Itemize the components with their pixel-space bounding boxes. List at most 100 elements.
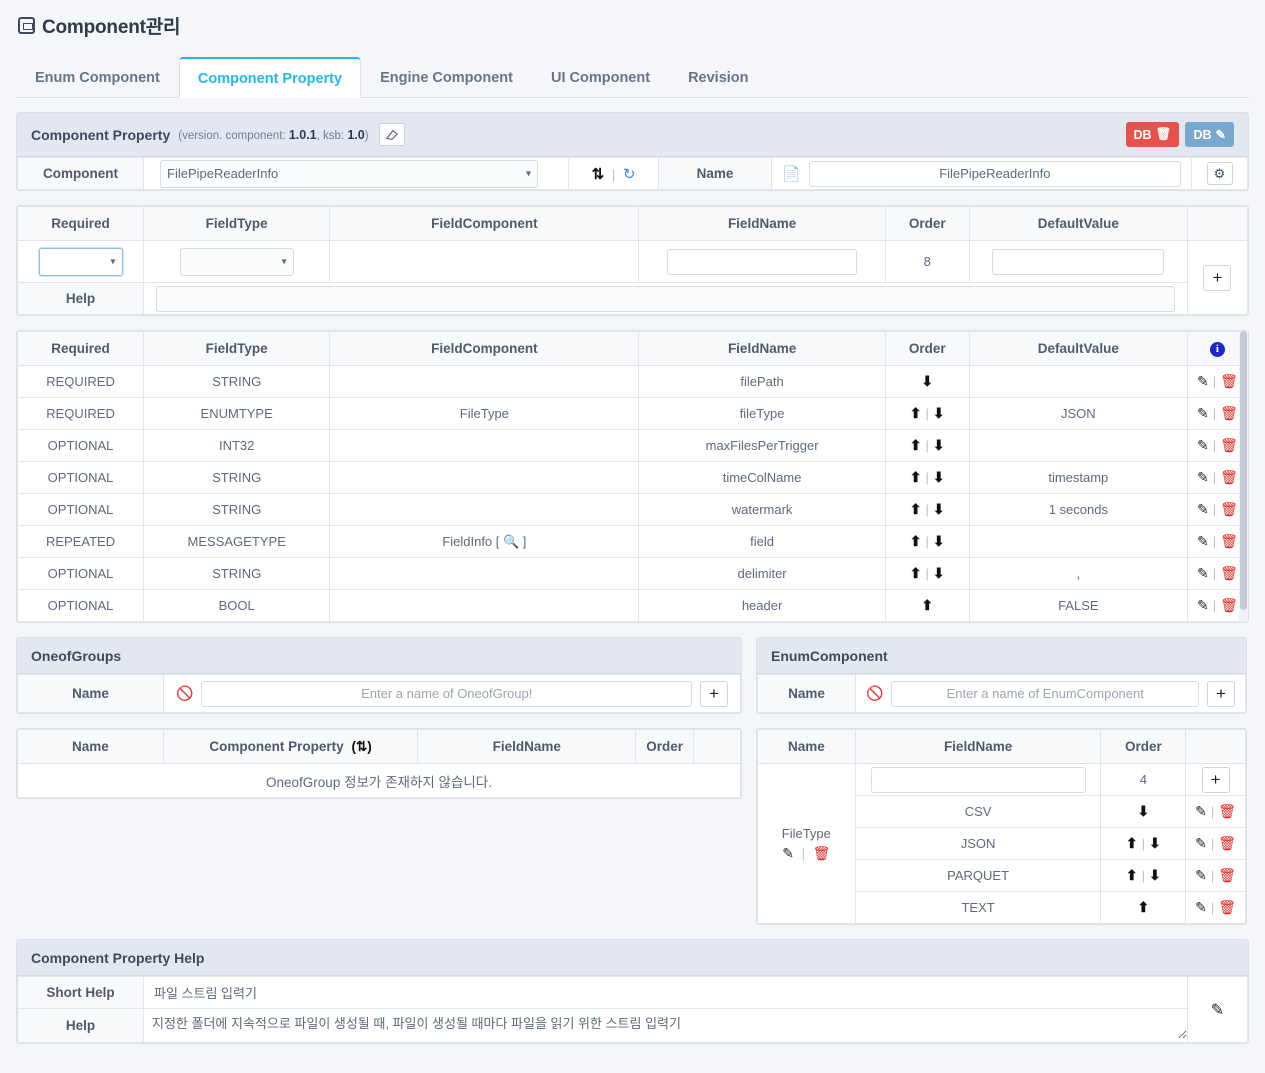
required-select[interactable] <box>38 247 123 276</box>
trash-icon[interactable]: 🗑 <box>1220 565 1238 582</box>
trash-icon: 🗑 <box>1155 127 1172 141</box>
tab-revision[interactable]: Revision <box>669 57 767 98</box>
ban-icon: 🚫 <box>176 685 194 701</box>
move-down-icon[interactable]: ⬇ <box>933 469 945 485</box>
move-down-icon[interactable]: ⬇ <box>1149 867 1161 883</box>
tab-engine-component[interactable]: Engine Component <box>361 57 532 98</box>
component-select[interactable]: FilePipeReaderInfo <box>160 159 538 188</box>
help-input[interactable] <box>156 285 1175 312</box>
history-icon[interactable]: ↻ <box>623 165 636 183</box>
defaultvalue-input[interactable] <box>992 248 1165 275</box>
trash-icon[interactable]: 🗑 <box>1220 501 1238 518</box>
table-scrollbar-thumb[interactable] <box>1240 331 1247 611</box>
move-up-icon[interactable]: ⬆ <box>910 437 922 453</box>
cell-fieldtype: INT32 <box>143 429 331 462</box>
move-down-icon[interactable]: ⬇ <box>933 533 945 549</box>
oneof-name-input[interactable] <box>201 680 692 707</box>
trash-icon[interactable]: 🗑 <box>813 845 831 862</box>
edit-icon[interactable]: ✎ <box>1197 437 1209 454</box>
db-edit-button[interactable]: DB ✎ <box>1185 122 1234 147</box>
eraser-icon <box>385 129 398 140</box>
cell-defaultvalue <box>968 429 1188 462</box>
cell-order: ⬆ | ⬇ <box>884 429 970 462</box>
db-delete-button[interactable]: DB 🗑 <box>1125 122 1180 147</box>
trash-icon[interactable]: 🗑 <box>1220 373 1238 390</box>
move-up-icon[interactable]: ⬆ <box>910 501 922 517</box>
eraser-icon-button[interactable] <box>378 123 405 146</box>
trash-icon[interactable]: 🗑 <box>1220 437 1238 454</box>
refresh-icon[interactable]: (⇅) <box>351 739 371 754</box>
trash-icon[interactable]: 🗑 <box>1218 867 1236 884</box>
move-down-icon[interactable]: ⬇ <box>933 501 945 517</box>
enum-fieldname-input[interactable] <box>870 766 1086 793</box>
table-scrollbar[interactable] <box>1239 331 1248 622</box>
move-up-icon[interactable]: ⬆ <box>910 469 922 485</box>
component-property-panel-header: Component Property (version. component: … <box>17 113 1248 157</box>
fieldtype-select[interactable] <box>179 247 294 276</box>
info-icon[interactable]: i <box>1209 342 1225 357</box>
edit-icon[interactable]: ✎ <box>1195 867 1207 884</box>
fieldname-input[interactable] <box>667 248 858 275</box>
trash-icon[interactable]: 🗑 <box>1218 835 1236 852</box>
edit-icon[interactable]: ✎ <box>1197 565 1209 582</box>
gear-icon-button[interactable]: ⚙ <box>1206 162 1233 185</box>
trash-icon[interactable]: 🗑 <box>1220 533 1238 550</box>
edit-icon[interactable]: ✎ <box>1197 405 1209 422</box>
input-form-help-row: Help <box>16 282 1248 315</box>
edit-icon[interactable]: ✎ <box>1195 835 1207 852</box>
add-property-button[interactable]: + <box>1203 264 1232 291</box>
help-textarea[interactable] <box>144 1009 1187 1039</box>
cell-required: OPTIONAL <box>16 589 145 622</box>
add-oneof-group-button[interactable]: + <box>700 680 728 707</box>
edit-icon[interactable]: ✎ <box>1211 1000 1224 1020</box>
add-enum-component-button[interactable]: + <box>1207 680 1235 707</box>
move-up-icon[interactable]: ⬆ <box>1137 899 1149 915</box>
move-down-icon[interactable]: ⬇ <box>921 373 933 389</box>
move-up-icon[interactable]: ⬆ <box>1126 835 1138 851</box>
trash-icon[interactable]: 🗑 <box>1220 405 1238 422</box>
move-down-icon[interactable]: ⬇ <box>933 565 945 581</box>
tab-enum-component[interactable]: Enum Component <box>16 57 179 98</box>
add-enum-value-button[interactable]: + <box>1201 766 1230 793</box>
oneof-groups-panel: OneofGroups Name 🚫 + <box>16 637 742 714</box>
move-down-icon[interactable]: ⬇ <box>1149 835 1161 851</box>
cell-required: REQUIRED <box>16 365 145 398</box>
move-up-icon[interactable]: ⬆ <box>921 597 933 613</box>
oneof-groups-list-table: Name Component Property (⇅) FieldName Or… <box>17 729 741 798</box>
refresh-icon[interactable]: ⇅ <box>592 165 605 183</box>
oneof-groups-header: OneofGroups <box>17 638 741 674</box>
tab-component-property[interactable]: Component Property <box>178 57 362 98</box>
oneof-groups-column: OneofGroups Name 🚫 + <box>16 637 742 799</box>
version-ksb-label: , ksb: <box>316 129 345 142</box>
trash-icon[interactable]: 🗑 <box>1218 899 1236 916</box>
edit-icon[interactable]: ✎ <box>1197 469 1209 486</box>
trash-icon[interactable]: 🗑 <box>1220 469 1238 486</box>
col-component-property-label: Component Property <box>209 738 344 754</box>
col-actions <box>1185 729 1246 764</box>
edit-icon[interactable]: ✎ <box>1197 373 1209 390</box>
move-down-icon[interactable]: ⬇ <box>1137 803 1149 819</box>
edit-icon[interactable]: ✎ <box>782 845 794 862</box>
move-up-icon[interactable]: ⬆ <box>910 533 922 549</box>
table-row: OPTIONAL STRING timeColName ⬆ | ⬇ timestamp ✎ | 🗑 <box>16 461 1249 494</box>
edit-icon[interactable]: ✎ <box>1197 533 1209 550</box>
edit-icon[interactable]: ✎ <box>1197 501 1209 518</box>
trash-icon[interactable]: 🗑 <box>1218 803 1236 820</box>
order-separator: | <box>1141 868 1146 883</box>
move-down-icon[interactable]: ⬇ <box>933 437 945 453</box>
edit-icon[interactable]: ✎ <box>1195 803 1207 820</box>
tab-ui-component[interactable]: UI Component <box>532 57 669 98</box>
trash-icon[interactable]: 🗑 <box>1220 597 1238 614</box>
search-icon[interactable]: 🔍 <box>503 534 519 549</box>
move-up-icon[interactable]: ⬆ <box>910 565 922 581</box>
enum-name-input[interactable] <box>891 680 1199 707</box>
edit-icon[interactable]: ✎ <box>1195 899 1207 916</box>
name-input[interactable] <box>808 160 1181 187</box>
move-down-icon[interactable]: ⬇ <box>933 405 945 421</box>
move-up-icon[interactable]: ⬆ <box>910 405 922 421</box>
move-up-icon[interactable]: ⬆ <box>1126 867 1138 883</box>
edit-icon[interactable]: ✎ <box>1197 597 1209 614</box>
component-selector-row: Component FilePipeReaderInfo ⇅ | ↻ Name <box>17 157 1248 190</box>
col-order: Order <box>1100 729 1187 764</box>
cell-required: REPEATED <box>16 525 145 558</box>
